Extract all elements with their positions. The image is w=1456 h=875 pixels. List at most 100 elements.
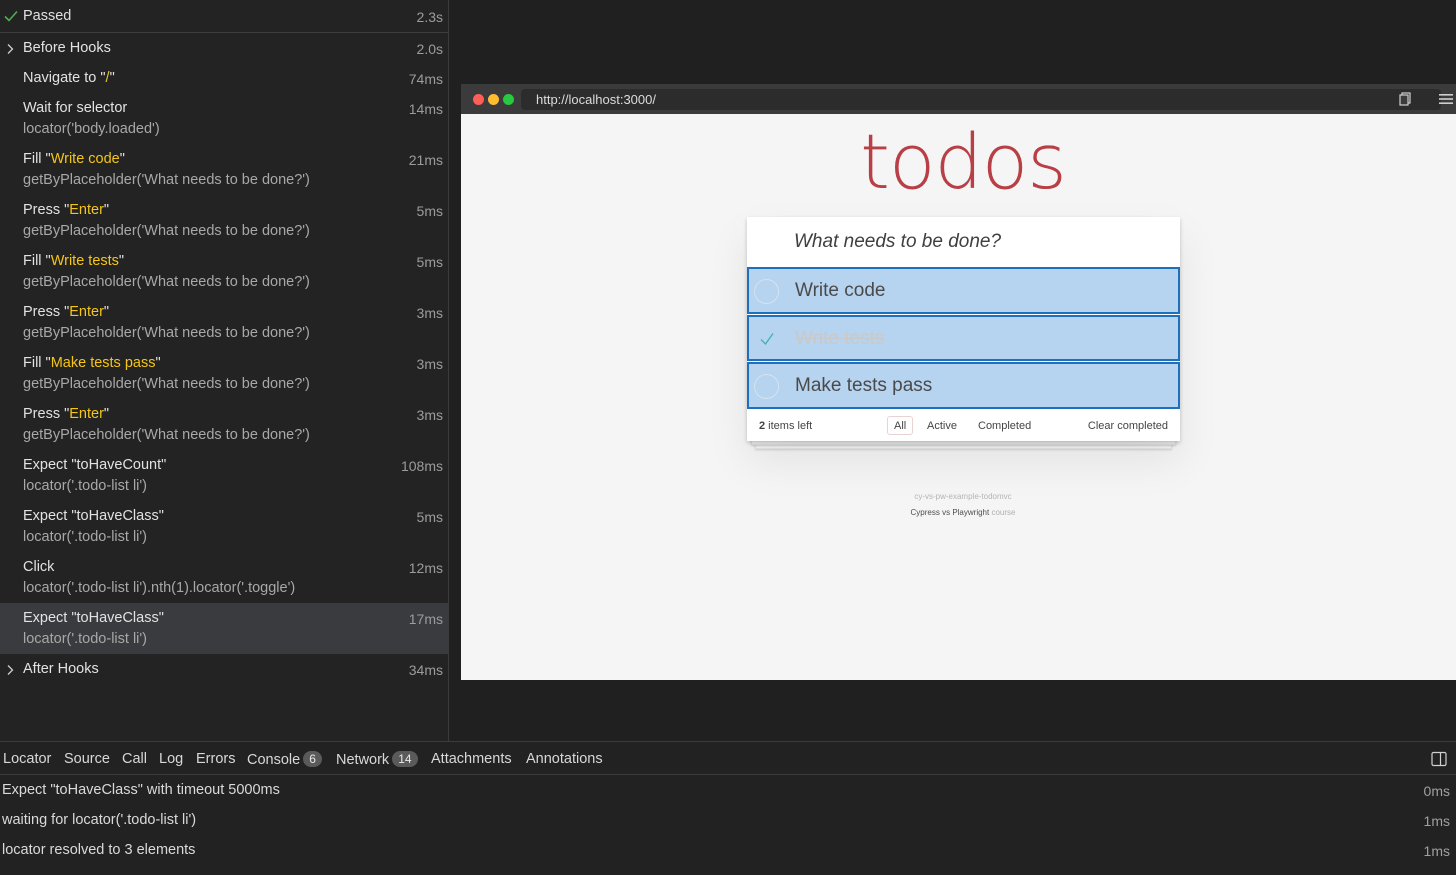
log-time: 1ms — [1423, 813, 1450, 829]
action-item[interactable]: Fill "Write code" getByPlaceholder('What … — [0, 144, 448, 195]
action-arg: Enter — [69, 406, 104, 422]
tab-attachments[interactable]: Attachments — [431, 751, 512, 767]
clear-completed-button[interactable]: Clear completed — [1088, 420, 1168, 432]
url-text: http://localhost:3000/ — [536, 92, 656, 107]
minimize-window-icon[interactable] — [488, 94, 499, 105]
action-item[interactable]: Navigate to "/" 74ms — [0, 63, 448, 93]
action-item[interactable]: Wait for selector locator('body.loaded') 1… — [0, 93, 448, 144]
sidebar-toggle-icon[interactable] — [1431, 751, 1447, 767]
action-title: Expect "toHaveClass" — [23, 610, 164, 626]
tab-source[interactable]: Source — [64, 751, 110, 767]
todo-card: Write code Write tests Make tests pass 2… — [747, 217, 1180, 441]
action-title-part: " — [103, 304, 110, 320]
action-item[interactable]: Expect "toHaveCount" locator('.todo-list … — [0, 450, 448, 501]
close-window-icon[interactable] — [473, 94, 484, 105]
copy-icon[interactable] — [1399, 92, 1411, 106]
action-duration: 108ms — [400, 458, 443, 474]
action-item[interactable]: Press "Enter" getByPlaceholder('What need… — [0, 297, 448, 348]
todo-item[interactable]: Write tests — [747, 315, 1180, 361]
action-title-part: Navigate to " — [23, 70, 106, 86]
action-duration: 17ms — [408, 611, 443, 627]
tab-console[interactable]: Console 6 — [247, 751, 322, 768]
status-label: Passed — [23, 8, 72, 24]
action-locator: getByPlaceholder('What needs to be done?… — [23, 172, 310, 188]
filter-completed[interactable]: Completed — [971, 416, 1038, 435]
todo-item[interactable]: Write code — [747, 267, 1180, 314]
filter-all[interactable]: All — [887, 416, 914, 435]
browser-chrome: http://localhost:3000/ — [461, 84, 1456, 114]
action-duration: 34ms — [408, 662, 443, 678]
action-locator: getByPlaceholder('What needs to be done?… — [23, 274, 310, 290]
action-locator: getByPlaceholder('What needs to be done?… — [23, 223, 310, 239]
log-time: 0ms — [1423, 783, 1450, 799]
todo-footer: 2 items left All Active Completed Clear … — [747, 413, 1180, 441]
action-duration: 3ms — [416, 407, 443, 423]
action-arg: Enter — [69, 304, 104, 320]
action-duration: 12ms — [408, 560, 443, 576]
tab-errors[interactable]: Errors — [196, 751, 235, 767]
action-title: After Hooks — [23, 661, 99, 677]
action-item[interactable]: Expect "toHaveClass" locator('.todo-list … — [0, 603, 448, 654]
items-left-count: 2 items left — [759, 420, 812, 432]
action-item[interactable]: Press "Enter" getByPlaceholder('What need… — [0, 195, 448, 246]
tab-call[interactable]: Call — [122, 751, 147, 767]
chevron-right-icon[interactable] — [5, 43, 15, 55]
action-duration: 14ms — [408, 101, 443, 117]
chevron-right-icon[interactable] — [5, 664, 15, 676]
action-title-part: " — [109, 70, 115, 86]
new-todo-input[interactable] — [747, 217, 1180, 267]
course-suffix: course — [989, 508, 1016, 517]
action-arg: Write code — [50, 151, 120, 167]
action-group[interactable]: Before Hooks 2.0s — [0, 33, 448, 63]
action-item[interactable]: Expect "toHaveClass" locator('.todo-list … — [0, 501, 448, 552]
console-count-badge: 6 — [303, 751, 322, 767]
browser-preview: http://localhost:3000/ todos Write code — [461, 84, 1456, 680]
action-title: Press "Enter" — [23, 304, 109, 320]
tab-annotations[interactable]: Annotations — [526, 751, 603, 767]
action-arg: Write tests — [50, 253, 119, 269]
maximize-window-icon[interactable] — [503, 94, 514, 105]
toggle-checkbox[interactable] — [754, 279, 779, 304]
tab-network[interactable]: Network 14 — [336, 751, 418, 768]
network-count-badge: 14 — [392, 751, 418, 767]
url-bar[interactable] — [521, 89, 1441, 110]
actions-panel: Passed 2.3s Before Hooks 2.0s Navigate to … — [0, 0, 448, 741]
action-locator: locator('.todo-list li').nth(1).locator(… — [23, 580, 296, 596]
action-locator: getByPlaceholder('What needs to be done?… — [23, 427, 310, 443]
toggle-checkbox[interactable] — [754, 374, 779, 399]
details-tabs: Locator Source Call Log Errors Console 6 … — [0, 742, 1456, 775]
action-item[interactable]: Press "Enter" getByPlaceholder('What need… — [0, 399, 448, 450]
action-duration: 74ms — [408, 71, 443, 87]
todo-app: Write code Write tests Make tests pass 2… — [747, 217, 1180, 441]
tab-locator[interactable]: Locator — [3, 751, 51, 767]
log-time: 1ms — [1423, 843, 1450, 859]
action-title: Press "Enter" — [23, 406, 109, 422]
log-line: locator resolved to 3 elements — [2, 842, 196, 858]
todo-label: Write code — [795, 280, 886, 301]
todo-item[interactable]: Make tests pass — [747, 362, 1180, 409]
info-repo: cy-vs-pw-example-todomvc — [914, 492, 1012, 501]
todo-label: Make tests pass — [795, 375, 933, 396]
panel-divider[interactable] — [448, 0, 449, 741]
hamburger-icon[interactable] — [1439, 92, 1453, 106]
action-title: Fill "Write code" — [23, 151, 125, 167]
tab-console-label: Console — [247, 752, 301, 768]
action-arg: Make tests pass — [50, 355, 156, 371]
action-item[interactable]: Fill "Write tests" getByPlaceholder('What… — [0, 246, 448, 297]
action-group[interactable]: After Hooks 34ms — [0, 654, 448, 686]
course-link[interactable]: Cypress vs Playwright — [911, 508, 990, 517]
action-locator: getByPlaceholder('What needs to be done?… — [23, 325, 310, 341]
action-item[interactable]: Click locator('.todo-list li').nth(1).loc… — [0, 552, 448, 603]
action-title: Click — [23, 559, 55, 575]
action-arg: Enter — [69, 202, 104, 218]
action-locator: locator('.todo-list li') — [23, 478, 147, 494]
action-title-part: " — [119, 151, 125, 167]
action-item[interactable]: Fill "Make tests pass" getByPlaceholder('… — [0, 348, 448, 399]
checkmark-icon[interactable] — [757, 329, 777, 349]
tab-log[interactable]: Log — [159, 751, 183, 767]
action-title-part: Press " — [23, 406, 70, 422]
filter-active[interactable]: Active — [920, 416, 964, 435]
details-panel: Locator Source Call Log Errors Console 6 … — [0, 741, 1456, 875]
action-duration: 2.0s — [416, 41, 443, 57]
action-duration: 21ms — [408, 152, 443, 168]
